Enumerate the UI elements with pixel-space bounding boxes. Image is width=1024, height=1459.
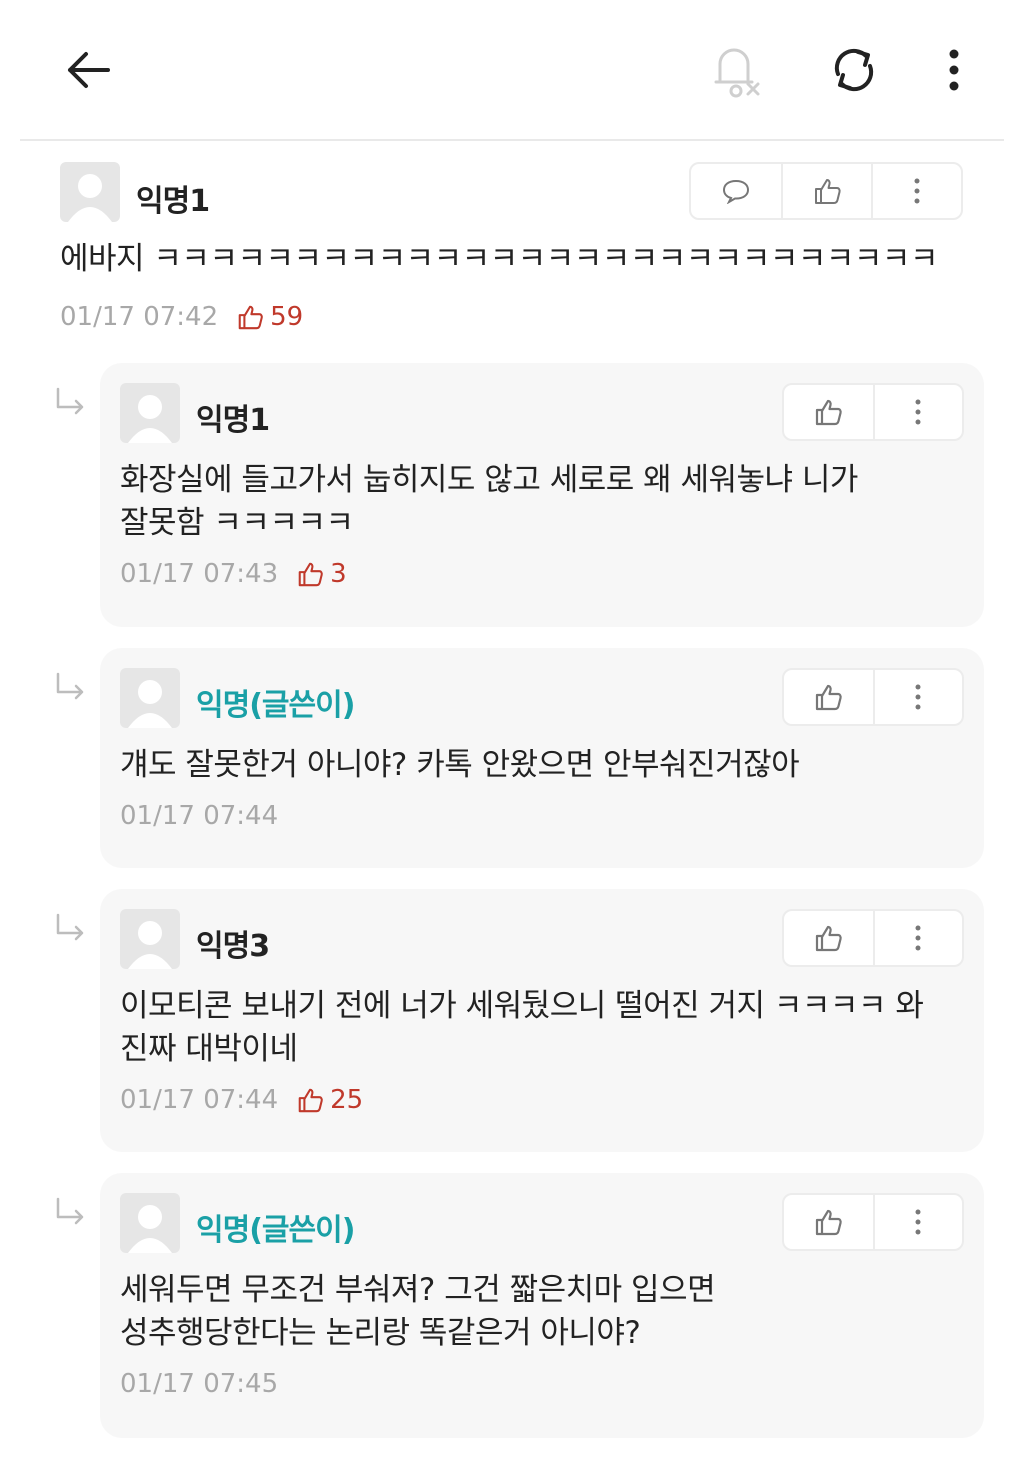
thumbs-up-icon <box>816 399 843 426</box>
reply-card: 익명3 이모티콘 보내기 전에 너가 세워뒀으니 떨어진 거지 ㅋㅋㅋㅋ 와진짜… <box>100 889 984 1152</box>
reply-more-button[interactable] <box>872 911 962 965</box>
avatar <box>120 1193 180 1253</box>
thumbs-up-icon <box>238 305 263 330</box>
like-button[interactable] <box>784 911 873 965</box>
reply-text: 세워두면 무조건 부숴져? 그건 짧은치마 입으면성추행당한다는 논리랑 똑같은… <box>120 1269 970 1355</box>
like-button[interactable] <box>784 670 873 724</box>
reply-text-line: 화장실에 들고가서 눕히지도 않고 세로로 왜 세워놓냐 니가 <box>120 462 858 498</box>
reply-time: 01/17 07:43 <box>120 559 279 589</box>
comment-meta: 01/17 07:42 59 <box>60 302 303 332</box>
like-button[interactable] <box>784 1195 873 1249</box>
thumbs-up-icon <box>816 684 843 711</box>
reply-action-group <box>782 383 964 441</box>
refresh-icon[interactable] <box>820 38 888 102</box>
reply-author: 익명1 <box>196 403 270 438</box>
reply-text-line: 성추행당한다는 논리랑 똑같은거 아니야? <box>120 1315 641 1351</box>
more-vertical-icon[interactable] <box>930 38 978 102</box>
reply-time: 01/17 07:45 <box>120 1369 279 1399</box>
reply-text-line: 세워두면 무조건 부숴져? 그건 짧은치마 입으면 <box>120 1272 716 1308</box>
reply-text-line: 진짜 대박이네 <box>120 1031 298 1067</box>
reply-more-button[interactable] <box>872 1195 962 1249</box>
reply-meta: 01/17 07:44 <box>120 801 278 831</box>
like-count: 59 <box>236 302 303 332</box>
notification-off-icon[interactable] <box>704 38 768 102</box>
thumbs-up-icon <box>816 925 843 952</box>
reply-text: 이모티콘 보내기 전에 너가 세워뒀으니 떨어진 거지 ㅋㅋㅋㅋ 와진짜 대박이… <box>120 985 970 1071</box>
reply-indicator-icon <box>54 672 90 702</box>
like-count-value: 25 <box>330 1085 364 1115</box>
like-count: 3 <box>296 559 347 589</box>
comment-text: 에바지 ㅋㅋㅋㅋㅋㅋㅋㅋㅋㅋㅋㅋㅋㅋㅋㅋㅋㅋㅋㅋㅋㅋㅋㅋㅋㅋㅋㅋ <box>60 241 938 277</box>
reply-text-line: 이모티콘 보내기 전에 너가 세워뒀으니 떨어진 거지 ㅋㅋㅋㅋ 와 <box>120 988 924 1024</box>
reply-indicator-icon <box>54 1197 90 1227</box>
reply-action-group <box>782 668 964 726</box>
like-count: 25 <box>296 1085 363 1115</box>
thumbs-up-icon <box>298 562 323 587</box>
top-bar <box>0 0 1024 141</box>
reply-card: 익명(글쓴이) 걔도 잘못한거 아니야? 카톡 안왔으면 안부숴진거잖아 01/… <box>100 648 984 868</box>
avatar <box>120 909 180 969</box>
comment-time: 01/17 07:42 <box>60 302 219 332</box>
more-vertical-icon <box>915 684 921 710</box>
thumbs-up-icon <box>815 179 841 204</box>
reply-text-line: 걔도 잘못한거 아니야? 카톡 안왔으면 안부숴진거잖아 <box>120 747 800 783</box>
header-divider <box>20 139 1004 141</box>
reply-meta: 01/17 07:45 <box>120 1369 278 1399</box>
reply-action-group <box>782 1193 964 1251</box>
more-vertical-icon <box>914 178 920 204</box>
like-count-value: 59 <box>270 302 304 332</box>
reply-text-line: 잘못함 ㅋㅋㅋㅋㅋ <box>120 505 354 541</box>
comment-more-button[interactable] <box>871 164 961 218</box>
reply-more-button[interactable] <box>872 670 962 724</box>
like-count-value: 3 <box>330 559 347 589</box>
thumbs-up-icon <box>298 1088 323 1113</box>
like-button[interactable] <box>781 164 871 218</box>
reply-action-group <box>782 909 964 967</box>
back-arrow-icon[interactable] <box>56 40 120 100</box>
reply-meta: 01/17 07:44 25 <box>120 1085 363 1115</box>
reply-indicator-icon <box>54 913 90 943</box>
comment-author: 익명1 <box>136 184 210 219</box>
reply-time: 01/17 07:44 <box>120 801 279 831</box>
reply-card: 익명1 화장실에 들고가서 눕히지도 않고 세로로 왜 세워놓냐 니가잘못함 ㅋ… <box>100 363 984 627</box>
reply-text: 걔도 잘못한거 아니야? 카톡 안왔으면 안부숴진거잖아 <box>120 744 970 787</box>
reply-more-button[interactable] <box>872 385 962 439</box>
reply-card: 익명(글쓴이) 세워두면 무조건 부숴져? 그건 짧은치마 입으면성추행당한다는… <box>100 1173 984 1438</box>
reply-button[interactable] <box>691 164 781 218</box>
reply-meta: 01/17 07:43 3 <box>120 559 347 589</box>
thumbs-up-icon <box>816 1209 843 1236</box>
like-button[interactable] <box>784 385 873 439</box>
reply-indicator-icon <box>54 387 90 417</box>
more-vertical-icon <box>915 925 921 951</box>
more-vertical-icon <box>915 399 921 425</box>
avatar <box>120 668 180 728</box>
speech-bubble-icon <box>722 179 750 204</box>
reply-author: 익명(글쓴이) <box>196 688 355 723</box>
avatar <box>120 383 180 443</box>
reply-author: 익명3 <box>196 929 270 964</box>
reply-time: 01/17 07:44 <box>120 1085 279 1115</box>
comment-item: 익명1 에바지 ㅋㅋㅋㅋㅋㅋㅋㅋㅋㅋㅋㅋㅋㅋㅋㅋㅋㅋㅋㅋㅋㅋㅋㅋㅋㅋㅋㅋ 01/… <box>0 150 1024 350</box>
reply-text: 화장실에 들고가서 눕히지도 않고 세로로 왜 세워놓냐 니가잘못함 ㅋㅋㅋㅋㅋ <box>120 459 970 545</box>
more-vertical-icon <box>915 1209 921 1235</box>
avatar <box>60 162 120 222</box>
comment-action-group <box>689 162 963 220</box>
reply-author: 익명(글쓴이) <box>196 1213 355 1248</box>
